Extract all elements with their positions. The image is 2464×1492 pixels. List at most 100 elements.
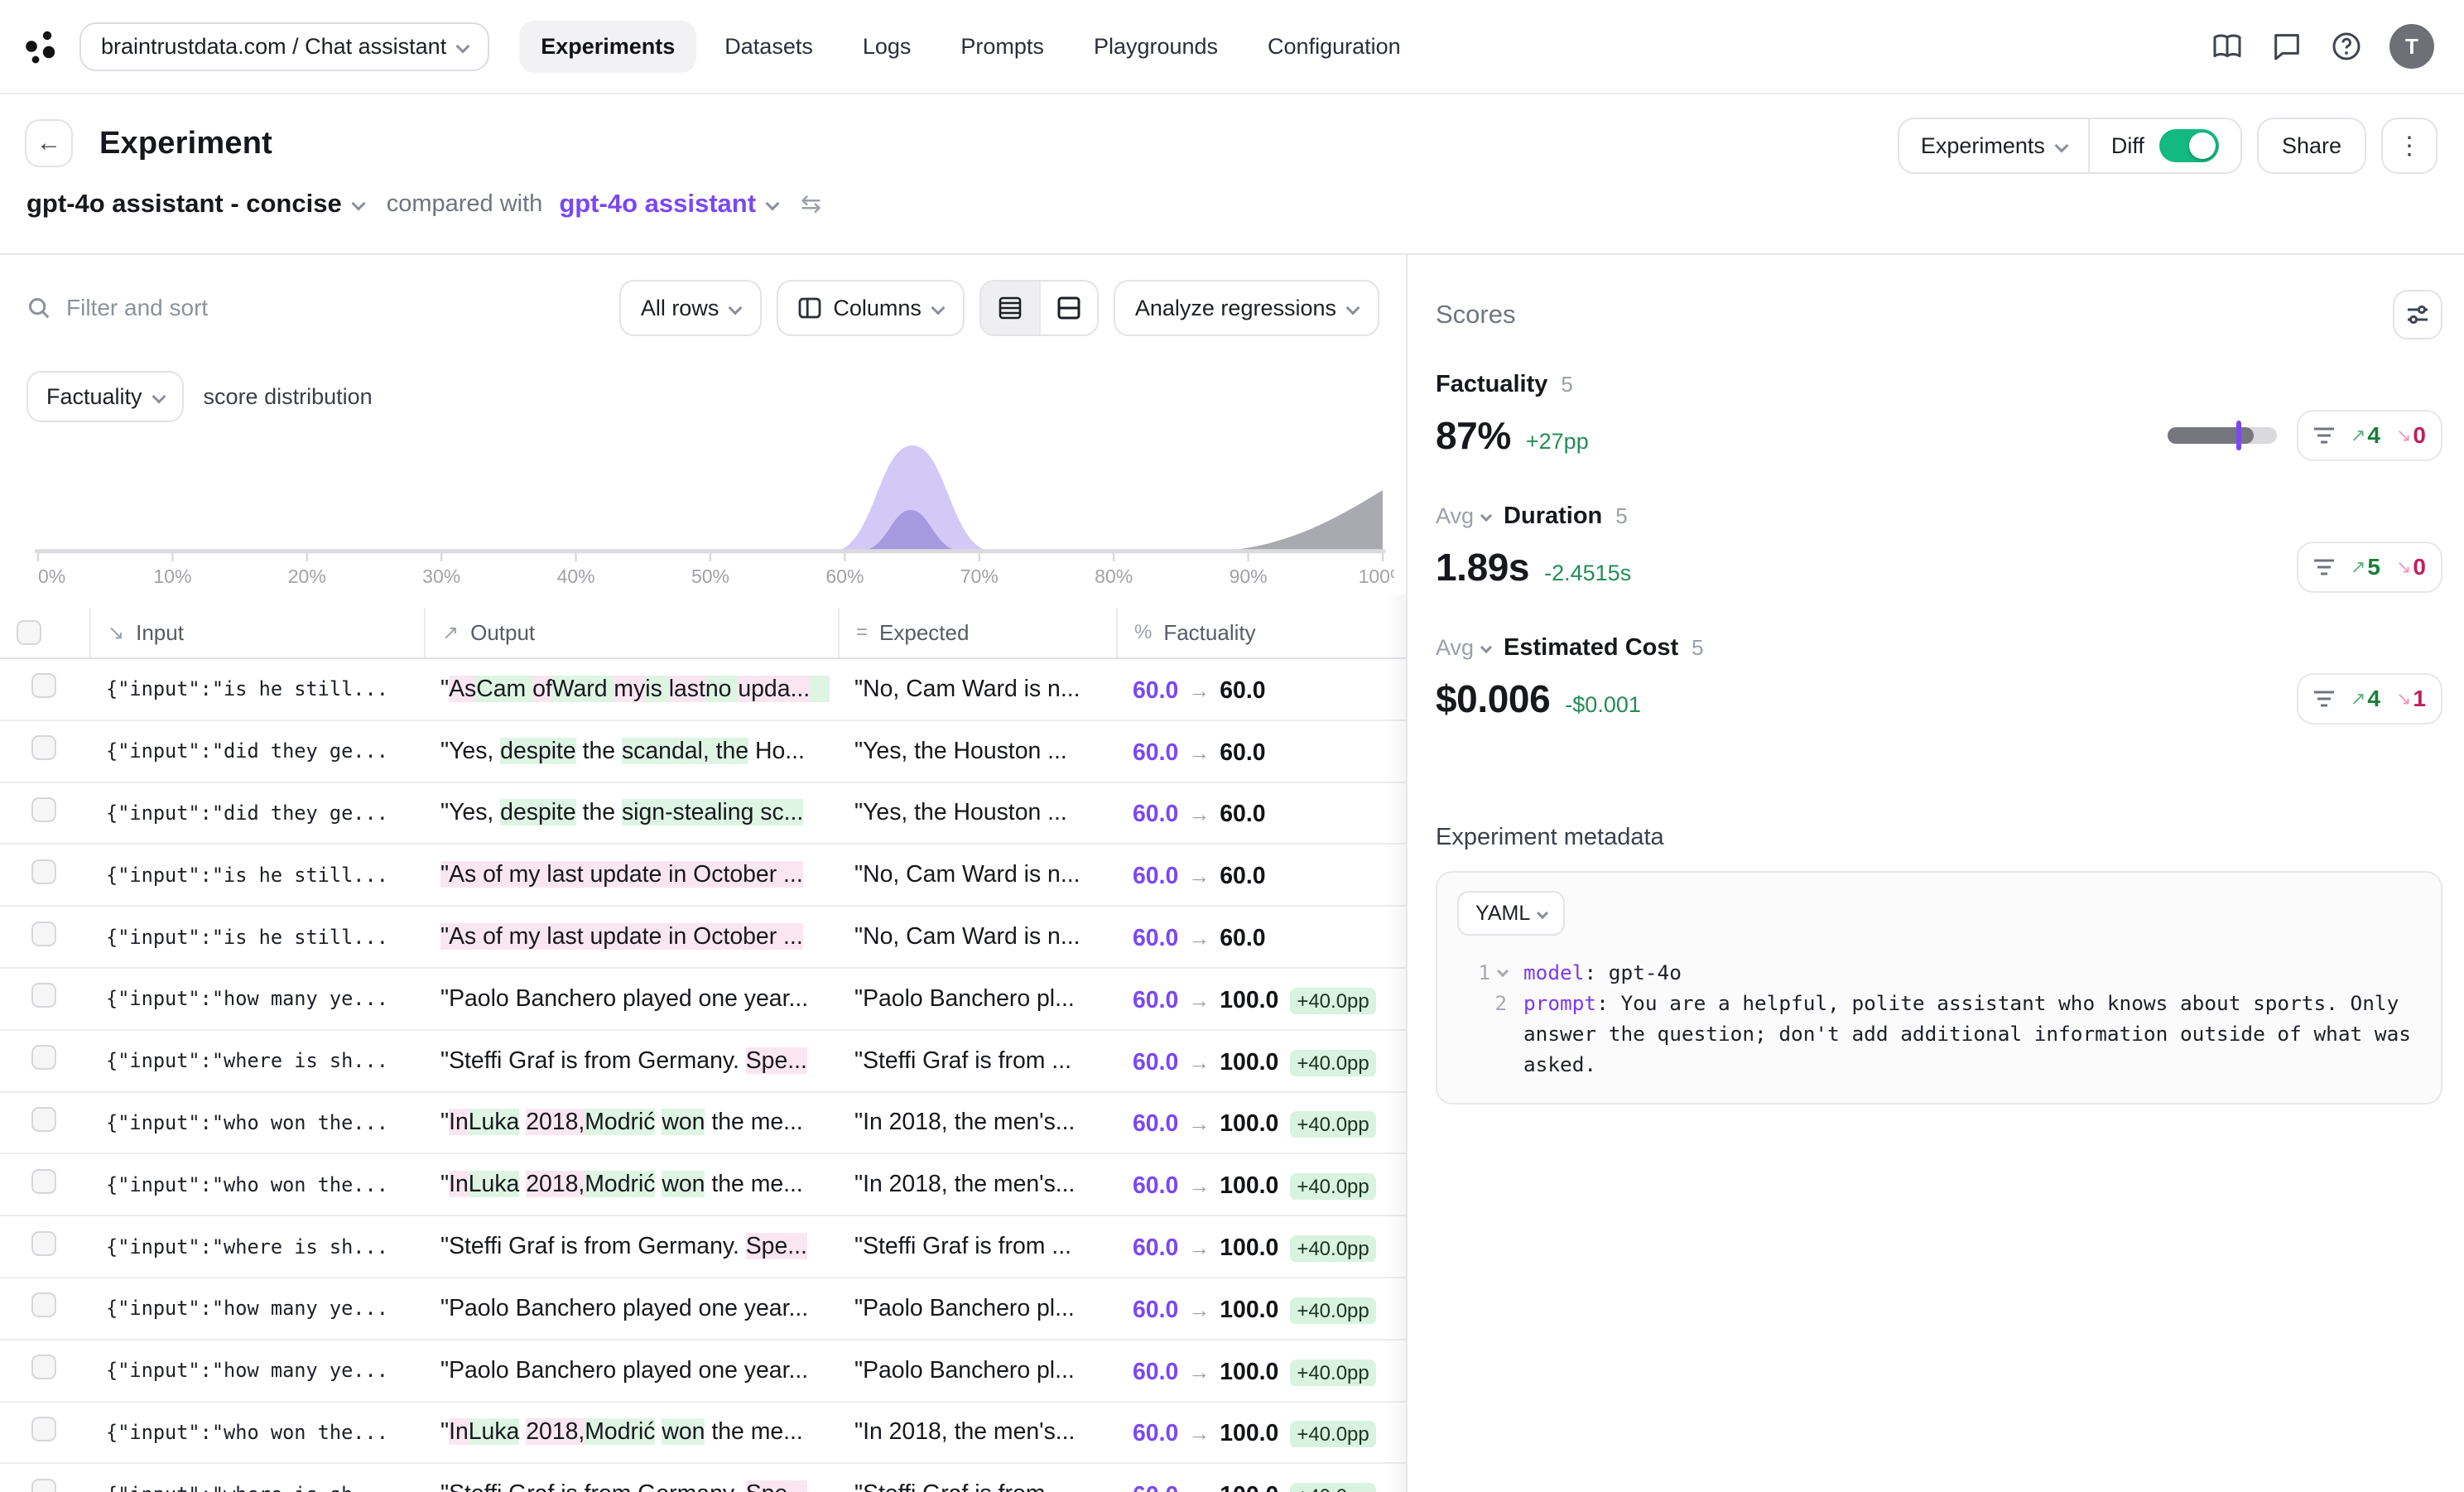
table-row[interactable]: {"input":"who won the... "InLuka 2018,Mod… <box>0 1403 1406 1465</box>
column-header-output[interactable]: ↗ Output <box>424 608 838 657</box>
baseline-experiment-dropdown[interactable]: gpt-4o assistant <box>559 189 780 219</box>
table-row[interactable]: {"input":"how many ye... "Paolo Banchero … <box>0 1340 1406 1403</box>
diff-toggle[interactable] <box>2158 129 2219 162</box>
collapse-chevron-icon[interactable] <box>1496 965 1509 978</box>
row-checkbox[interactable] <box>31 1045 56 1071</box>
table-row[interactable]: {"input":"where is sh..."Steffi Graf is … <box>0 1031 1406 1093</box>
tab-experiments[interactable]: Experiments <box>519 20 697 73</box>
docs-book-icon[interactable] <box>2211 30 2244 63</box>
row-checkbox[interactable] <box>31 735 56 761</box>
help-icon[interactable] <box>2330 30 2363 63</box>
baseline-score: 60.0 <box>1133 1048 1179 1076</box>
table-row[interactable]: {"input":"who won the... "InLuka 2018,Mod… <box>0 1093 1406 1155</box>
list-view-button[interactable] <box>980 282 1039 334</box>
feedback-chat-icon[interactable] <box>2270 30 2303 63</box>
analyze-regressions-dropdown[interactable]: Analyze regressions <box>1113 280 1379 336</box>
factuality-regressions-pill[interactable]: ↗ 4 ↘ 0 <box>2297 410 2442 461</box>
rows-filter-dropdown[interactable]: All rows <box>618 280 763 336</box>
tab-logs[interactable]: Logs <box>841 21 933 73</box>
axis-tick-label: 30% <box>422 566 460 587</box>
row-checkbox[interactable] <box>31 1230 56 1256</box>
swap-comparison-icon[interactable]: ⇆ <box>801 190 821 219</box>
back-button[interactable]: ← <box>25 119 73 167</box>
table-row[interactable]: {"input":"is he still... "AsCam ofWard my… <box>0 659 1406 721</box>
experiments-view-dropdown[interactable]: Experiments <box>1899 133 2088 159</box>
aggregation-dropdown[interactable]: Avg <box>1436 503 1493 529</box>
row-checkbox[interactable] <box>31 1355 56 1380</box>
column-header-input[interactable]: ↘ Input <box>89 608 424 657</box>
column-header-expected[interactable]: = Expected <box>838 608 1116 657</box>
diff-unchanged-text: "Paolo Banchero played one year... <box>440 1356 809 1384</box>
project-selector[interactable]: braintrustdata.com / Chat assistant <box>79 22 490 71</box>
user-avatar[interactable]: T <box>2389 24 2434 69</box>
tab-playgrounds[interactable]: Playgrounds <box>1072 21 1239 73</box>
row-checkbox[interactable] <box>31 1168 56 1194</box>
scores-settings-button[interactable] <box>2393 290 2442 339</box>
columns-dropdown[interactable]: Columns <box>777 280 965 336</box>
chevron-down-icon <box>152 389 166 404</box>
select-all-header <box>0 608 89 657</box>
braintrust-app: braintrustdata.com / Chat assistant Expe… <box>0 0 2464 1492</box>
row-checkbox[interactable] <box>31 797 56 822</box>
cell-factuality-score: 60.0 → 100.0 +40.0pp <box>1116 1169 1406 1201</box>
metadata-format-dropdown[interactable]: YAML <box>1457 891 1566 936</box>
tab-datasets[interactable]: Datasets <box>703 21 835 73</box>
share-button[interactable]: Share <box>2256 118 2366 174</box>
column-header-factuality[interactable]: % Factuality <box>1116 608 1406 657</box>
cell-input: {"input":"did they ge... <box>106 801 388 825</box>
score-count: 5 <box>1615 503 1628 528</box>
column-header-label: Input <box>136 619 184 645</box>
filter-search[interactable] <box>26 295 619 321</box>
table-row[interactable]: {"input":"did they ge... "Yes, despite th… <box>0 783 1406 845</box>
row-checkbox[interactable] <box>31 1292 56 1318</box>
line-number[interactable]: 1 <box>1457 957 1509 988</box>
table-row[interactable]: {"input":"how many ye... "Paolo Banchero … <box>0 969 1406 1031</box>
compared-with-label: compared with <box>386 190 543 217</box>
row-checkbox[interactable] <box>31 983 56 1008</box>
diff-added-text: Modrić <box>585 1109 656 1136</box>
primary-experiment-dropdown[interactable]: gpt-4o assistant - concise <box>26 189 366 219</box>
row-checkbox[interactable] <box>31 859 56 884</box>
table-row[interactable]: {"input":"where is sh..."Steffi Graf is … <box>0 1464 1406 1492</box>
code-line: 2 prompt: You are a helpful, polite assis… <box>1457 988 2421 1080</box>
cell-factuality-score: 60.0 → 100.0 +40.0pp <box>1116 1293 1406 1324</box>
chart-metric-dropdown[interactable]: Factuality <box>26 371 184 422</box>
split-view-button[interactable] <box>1038 282 1097 334</box>
cell-output: "Paolo Banchero played one year... <box>424 1295 838 1322</box>
table-row[interactable]: {"input":"is he still... "As of my last u… <box>0 907 1406 969</box>
row-checkbox[interactable] <box>31 1478 56 1492</box>
baseline-score: 60.0 <box>1133 1110 1179 1138</box>
aggregation-dropdown[interactable]: Avg <box>1436 635 1493 661</box>
table-row[interactable]: {"input":"where is sh..."Steffi Graf is … <box>0 1216 1406 1278</box>
row-checkbox[interactable] <box>31 1416 56 1441</box>
row-checkbox[interactable] <box>31 673 56 699</box>
table-row[interactable]: {"input":"how many ye... "Paolo Banchero … <box>0 1278 1406 1340</box>
baseline-score: 60.0 <box>1133 1420 1179 1447</box>
table-row[interactable]: {"input":"did they ge... "Yes, despite th… <box>0 721 1406 783</box>
axis-tick-label: 20% <box>288 566 326 587</box>
row-checkbox[interactable] <box>31 921 56 946</box>
comparison-distribution-tail <box>1212 490 1383 551</box>
cell-output: "Yes, despite the scandal, the Ho... <box>424 737 838 765</box>
column-header-label: Factuality <box>1163 619 1256 645</box>
current-score: 100.0 <box>1220 1110 1279 1138</box>
filter-input[interactable] <box>66 295 431 321</box>
chevron-down-icon <box>455 39 470 54</box>
regressed-number: 0 <box>2413 554 2426 580</box>
baseline-score: 60.0 <box>1133 863 1179 890</box>
current-score: 60.0 <box>1220 801 1266 828</box>
improved-number: 5 <box>2367 554 2380 580</box>
select-all-checkbox[interactable] <box>17 620 41 645</box>
row-checkbox[interactable] <box>31 1106 56 1132</box>
more-options-button[interactable]: ⋮ <box>2381 118 2438 174</box>
primary-experiment-name: gpt-4o assistant - concise <box>26 189 342 218</box>
regressed-count: ↘ 0 <box>2396 554 2426 580</box>
tab-configuration[interactable]: Configuration <box>1246 21 1422 73</box>
duration-regressions-pill[interactable]: ↗ 5 ↘ 0 <box>2297 541 2442 593</box>
cost-regressions-pill[interactable]: ↗ 4 ↘ 1 <box>2297 673 2442 724</box>
table-row[interactable]: {"input":"who won the... "InLuka 2018,Mod… <box>0 1154 1406 1217</box>
chevron-down-icon <box>1480 509 1493 522</box>
arrow-down-right-icon: ↘ <box>2395 688 2412 709</box>
table-row[interactable]: {"input":"is he still... "As of my last u… <box>0 845 1406 907</box>
tab-prompts[interactable]: Prompts <box>939 21 1066 73</box>
